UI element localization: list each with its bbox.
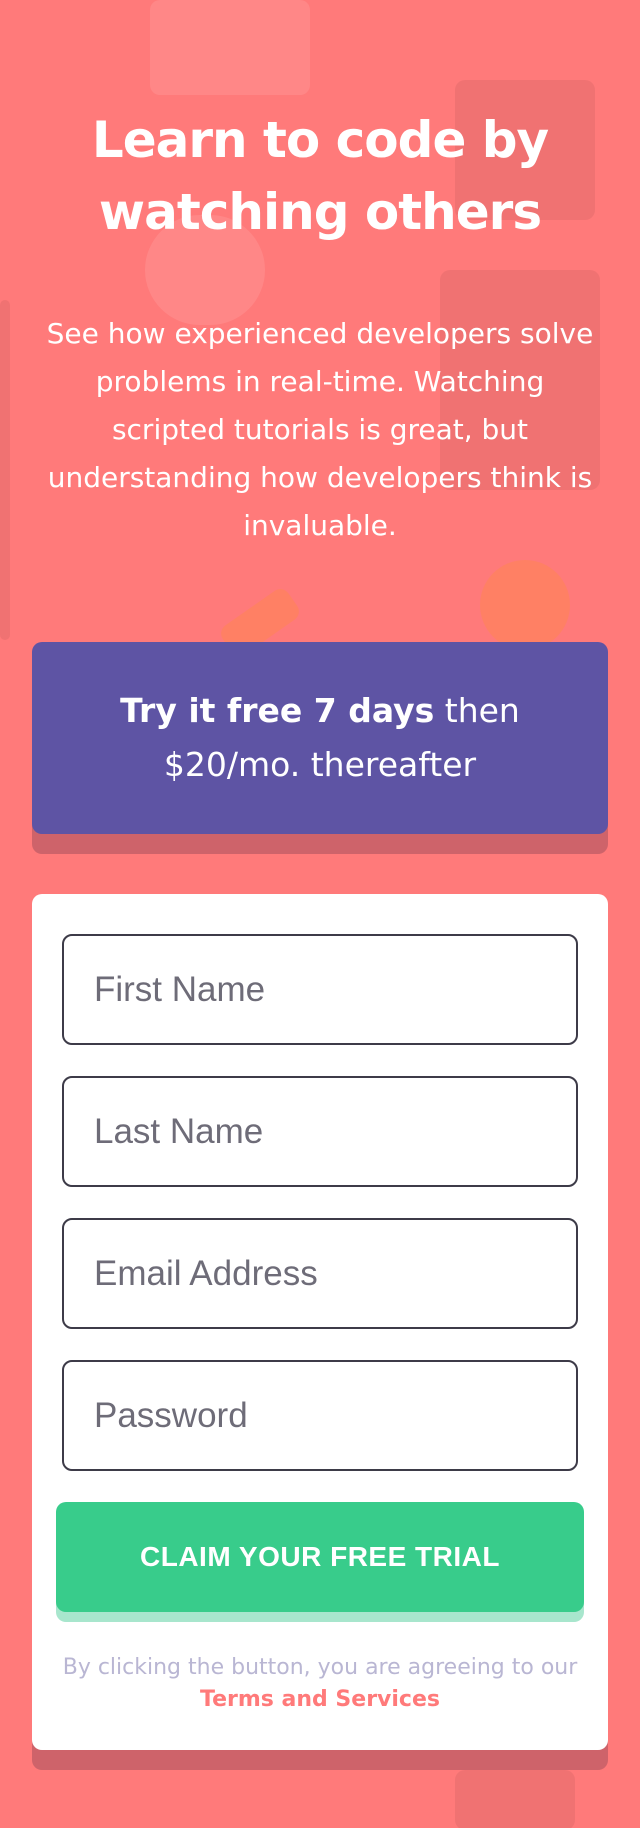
terms-notice: By clicking the button, you are agreeing… — [62, 1652, 578, 1716]
last-name-input[interactable] — [62, 1076, 578, 1187]
cup-icon — [455, 1770, 575, 1828]
hero-title-line2: watching others — [98, 183, 542, 241]
terms-prefix: By clicking the button, you are agreeing… — [62, 1655, 578, 1680]
trial-banner-price: $20/mo. thereafter — [163, 745, 477, 784]
trial-banner: Try it free 7 days then $20/mo. thereaft… — [32, 642, 608, 834]
signup-form: CLAIM YOUR FREE TRIAL By clicking the bu… — [32, 894, 608, 1750]
terms-link[interactable]: Terms and Services — [200, 1687, 440, 1712]
hero-description: See how experienced developers solve pro… — [46, 317, 594, 542]
hero-title: Learn to code by watching others — [32, 104, 608, 248]
hero-title-line1: Learn to code by — [91, 111, 549, 169]
trial-banner-bold: Try it free 7 days — [120, 691, 435, 730]
password-input[interactable] — [62, 1360, 578, 1471]
main-content: Learn to code by watching others See how… — [32, 0, 608, 1750]
trial-banner-then: then — [434, 691, 520, 730]
email-input[interactable] — [62, 1218, 578, 1329]
first-name-input[interactable] — [62, 934, 578, 1045]
screen-icon — [0, 300, 10, 640]
claim-trial-button[interactable]: CLAIM YOUR FREE TRIAL — [56, 1502, 584, 1612]
